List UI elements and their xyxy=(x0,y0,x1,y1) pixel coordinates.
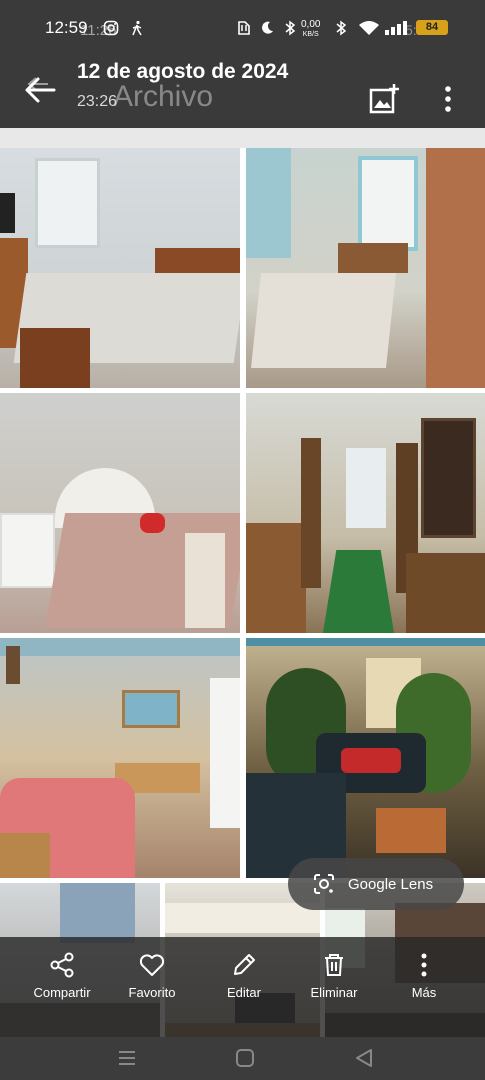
favorite-label: Favorito xyxy=(128,985,176,1000)
add-to-album-icon[interactable] xyxy=(368,82,402,116)
more-vert-icon[interactable] xyxy=(438,82,458,116)
page-title: 12 de agosto de 2024 xyxy=(77,60,289,83)
net-speed-value: 0,00 xyxy=(301,19,321,30)
trash-icon xyxy=(325,954,343,976)
photo-bedroom-2[interactable] xyxy=(246,148,485,388)
moon-icon xyxy=(262,21,273,34)
more-button[interactable]: Más xyxy=(379,951,469,1000)
google-lens-icon xyxy=(314,874,334,894)
delete-label: Eliminar xyxy=(310,985,358,1000)
bluetooth-icon-2 xyxy=(336,20,347,36)
photo-living-room[interactable] xyxy=(246,638,485,878)
ghost-title: Archivo xyxy=(113,80,214,113)
network-speed: 0,00 KB/S xyxy=(301,20,320,39)
status-bar: 12:59 11:26 0,00 KB/S 5:0 84 xyxy=(0,14,485,44)
app-header: 12:59 11:26 0,00 KB/S 5:0 84 Archivo 12 d… xyxy=(0,0,485,128)
edit-button[interactable]: Editar xyxy=(199,951,289,1000)
bluetooth-icon xyxy=(285,20,296,36)
heart-icon xyxy=(139,954,165,976)
share-label: Compartir xyxy=(33,985,91,1000)
photo-bedroom-1[interactable] xyxy=(0,148,240,388)
bottom-action-bar: Compartir Favorito Editar Eliminar Más xyxy=(0,937,485,1037)
google-lens-button[interactable]: Google Lens xyxy=(288,858,464,910)
header-divider xyxy=(0,128,485,148)
net-speed-unit: KB/S xyxy=(302,31,319,38)
page-subtitle: 23:26 xyxy=(77,93,118,110)
edit-label: Editar xyxy=(227,985,261,1000)
photo-dining-room[interactable] xyxy=(0,638,240,878)
wifi-icon xyxy=(359,21,379,35)
google-lens-label: Google Lens xyxy=(348,875,434,893)
back-triangle-icon[interactable] xyxy=(352,1047,376,1069)
back-arrow-icon[interactable] xyxy=(20,72,60,108)
favorite-button[interactable]: Favorito xyxy=(107,951,197,1000)
share-button[interactable]: Compartir xyxy=(17,951,107,1000)
battery-indicator: 84 xyxy=(416,20,448,35)
photo-hallway[interactable] xyxy=(246,393,485,633)
delete-button[interactable]: Eliminar xyxy=(289,951,379,1000)
share-icon xyxy=(50,952,74,978)
nfc-icon xyxy=(238,21,250,35)
more-label: Más xyxy=(411,985,437,1000)
recents-menu-icon[interactable] xyxy=(115,1047,139,1069)
pencil-icon xyxy=(234,954,255,975)
home-icon[interactable] xyxy=(233,1047,257,1069)
system-nav-bar xyxy=(0,1037,485,1080)
walking-icon xyxy=(132,20,142,36)
photo-bedroom-3[interactable] xyxy=(0,393,240,633)
instagram-icon xyxy=(103,20,119,36)
more-vert-icon-bottom xyxy=(421,953,427,977)
